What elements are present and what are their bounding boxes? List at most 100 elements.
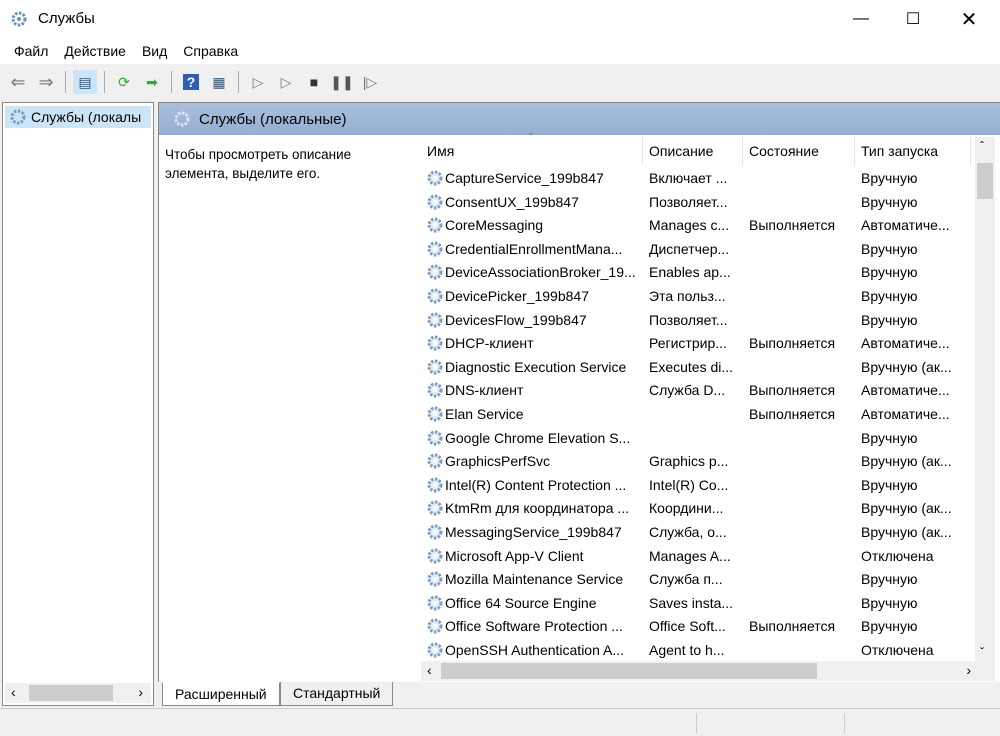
service-name: Office 64 Source Engine bbox=[445, 594, 597, 611]
service-name: DHCP-клиент bbox=[445, 335, 534, 352]
table-row[interactable]: OpenSSH Authentication A... Agent to h...… bbox=[421, 639, 977, 663]
start-icon[interactable]: ▷ bbox=[246, 70, 270, 94]
column-header-status[interactable]: Состояние bbox=[743, 137, 855, 165]
table-row[interactable]: DeviceAssociationBroker_19... Enables ap.… bbox=[421, 261, 977, 285]
export-icon[interactable]: ➡ bbox=[140, 70, 164, 94]
scroll-up-icon[interactable]: ˆ bbox=[980, 139, 984, 153]
properties-icon[interactable]: ▦ bbox=[207, 70, 231, 94]
service-startup-type: Вручную bbox=[861, 618, 918, 635]
resume-icon[interactable]: |▷ bbox=[358, 70, 382, 94]
tree-horizontal-scrollbar[interactable]: ‹ › bbox=[5, 683, 151, 703]
tab-standard[interactable]: Стандартный bbox=[280, 682, 394, 706]
maximize-button[interactable]: ☐ bbox=[890, 0, 936, 38]
service-startup-type: Автоматиче... bbox=[861, 406, 950, 422]
service-startup-type: Вручную bbox=[861, 193, 918, 210]
scroll-right-icon[interactable]: › bbox=[966, 662, 971, 678]
service-startup-type: Вручную (ак... bbox=[861, 358, 952, 375]
refresh-icon[interactable]: ⟳ bbox=[112, 70, 136, 94]
table-row[interactable]: Diagnostic Execution Service Executes di.… bbox=[421, 356, 977, 380]
service-description: Служба D... bbox=[649, 382, 726, 399]
gear-icon bbox=[427, 288, 443, 304]
service-name: DevicesFlow_199b847 bbox=[445, 311, 587, 328]
scroll-left-icon[interactable]: ‹ bbox=[11, 684, 16, 700]
service-name: KtmRm для координатора ... bbox=[445, 500, 630, 517]
table-row[interactable]: ConsentUX_199b847 Позволяет... Вручную bbox=[421, 191, 977, 215]
service-description: Диспетчер... bbox=[649, 240, 730, 257]
close-button[interactable]: ✕ bbox=[946, 0, 992, 38]
menu-help[interactable]: Справка bbox=[175, 38, 246, 64]
service-name: Mozilla Maintenance Service bbox=[445, 571, 624, 588]
view-tabs: Расширенный Стандартный bbox=[158, 682, 1000, 706]
service-name: DevicePicker_199b847 bbox=[445, 288, 589, 304]
table-row[interactable]: CredentialEnrollmentMana... Диспетчер... В… bbox=[421, 238, 977, 262]
service-startup-type: Вручную (ак... bbox=[861, 453, 952, 470]
gear-icon bbox=[427, 264, 443, 280]
stop-icon[interactable]: ■ bbox=[302, 70, 326, 94]
start-alt-icon[interactable]: ▷ bbox=[274, 70, 298, 94]
forward-icon[interactable]: ⇒ bbox=[34, 70, 58, 94]
service-description: Enables ap... bbox=[649, 264, 731, 281]
table-row[interactable]: Intel(R) Content Protection ... Intel(R) … bbox=[421, 474, 977, 498]
horizontal-scrollbar[interactable]: ‹ › bbox=[421, 661, 995, 681]
service-description: Служба п... bbox=[649, 571, 723, 588]
service-startup-type: Вручную (ак... bbox=[861, 524, 952, 540]
column-header-description[interactable]: Описание bbox=[643, 137, 743, 165]
table-row[interactable]: DevicesFlow_199b847 Позволяет... Вручную bbox=[421, 309, 977, 333]
column-header-startup-type[interactable]: Тип запуска bbox=[855, 137, 971, 165]
scroll-thumb[interactable] bbox=[977, 163, 993, 199]
service-name: CaptureService_199b847 bbox=[445, 170, 604, 186]
table-row[interactable]: DevicePicker_199b847 Эта польз... Вручную bbox=[421, 285, 977, 309]
menu-action[interactable]: Действие bbox=[56, 38, 134, 64]
service-name: Microsoft App-V Client bbox=[445, 547, 584, 564]
service-description: Executes di... bbox=[649, 358, 734, 375]
table-row[interactable]: GraphicsPerfSvc Graphics p... Вручную (ак.… bbox=[421, 450, 977, 474]
table-row[interactable]: CaptureService_199b847 Включает ... Вручну… bbox=[421, 167, 977, 191]
scroll-thumb[interactable] bbox=[441, 663, 817, 679]
help-icon[interactable]: ? bbox=[179, 70, 203, 94]
minimize-button[interactable]: — bbox=[838, 0, 884, 38]
gear-icon bbox=[427, 571, 443, 587]
gear-icon bbox=[427, 312, 443, 328]
pause-icon[interactable]: ❚❚ bbox=[330, 70, 354, 94]
gear-icon bbox=[427, 453, 443, 469]
gear-icon bbox=[427, 477, 443, 493]
service-status: Выполняется bbox=[749, 217, 836, 234]
service-startup-type: Вручную (ак... bbox=[861, 500, 952, 517]
service-name: DeviceAssociationBroker_19... bbox=[445, 264, 636, 281]
service-name: Office Software Protection ... bbox=[445, 618, 623, 635]
service-description: Эта польз... bbox=[649, 288, 726, 304]
table-row[interactable]: Microsoft App-V Client Manages A... Отключ… bbox=[421, 545, 977, 569]
scroll-right-icon[interactable]: › bbox=[138, 684, 143, 700]
table-row[interactable]: CoreMessaging Manages c... Выполняется Авто… bbox=[421, 214, 977, 238]
show-hide-tree-icon[interactable]: ▤ bbox=[73, 70, 97, 94]
menu-view[interactable]: Вид bbox=[134, 38, 175, 64]
column-header-name[interactable]: Имя bbox=[421, 137, 643, 165]
menu-file[interactable]: Файл bbox=[6, 38, 56, 64]
service-name: ConsentUX_199b847 bbox=[445, 193, 579, 210]
service-startup-type: Автоматиче... bbox=[861, 217, 950, 234]
services-pane: Службы (локальные) Чтобы просмотреть опи… bbox=[158, 102, 1000, 682]
scroll-left-icon[interactable]: ‹ bbox=[427, 662, 432, 678]
scroll-down-icon[interactable]: ˇ bbox=[980, 645, 984, 659]
table-row[interactable]: Office 64 Source Engine Saves insta... Вру… bbox=[421, 592, 977, 616]
table-row[interactable]: DHCP-клиент Регистрир... Выполняется Автома… bbox=[421, 332, 977, 356]
service-name: CoreMessaging bbox=[445, 217, 544, 234]
tree-item-services-local[interactable]: Службы (локалы bbox=[5, 106, 151, 128]
gear-icon bbox=[427, 382, 443, 398]
vertical-scrollbar[interactable]: ˆ ˇ bbox=[975, 137, 995, 661]
table-row[interactable]: DNS-клиент Служба D... Выполняется Автомати… bbox=[421, 379, 977, 403]
tab-extended[interactable]: Расширенный bbox=[162, 682, 280, 706]
pane-header: Службы (локальные) bbox=[159, 103, 1000, 135]
table-row[interactable]: Office Software Protection ... Office Sof… bbox=[421, 615, 977, 639]
table-row[interactable]: Elan Service Выполняется Автоматиче... bbox=[421, 403, 977, 427]
table-row[interactable]: Google Chrome Elevation S... Вручную bbox=[421, 427, 977, 451]
gear-icon bbox=[427, 618, 443, 634]
scroll-thumb[interactable] bbox=[29, 685, 113, 701]
table-row[interactable]: KtmRm для координатора ... Координи... Вру… bbox=[421, 497, 977, 521]
service-startup-type: Вручную bbox=[861, 571, 918, 588]
table-row[interactable]: MessagingService_199b847 Служба, о... Вруч… bbox=[421, 521, 977, 545]
service-description: Graphics p... bbox=[649, 453, 729, 470]
table-row[interactable]: Mozilla Maintenance Service Служба п... Вр… bbox=[421, 568, 977, 592]
back-icon[interactable]: ⇐ bbox=[6, 70, 30, 94]
gear-icon bbox=[427, 241, 443, 257]
